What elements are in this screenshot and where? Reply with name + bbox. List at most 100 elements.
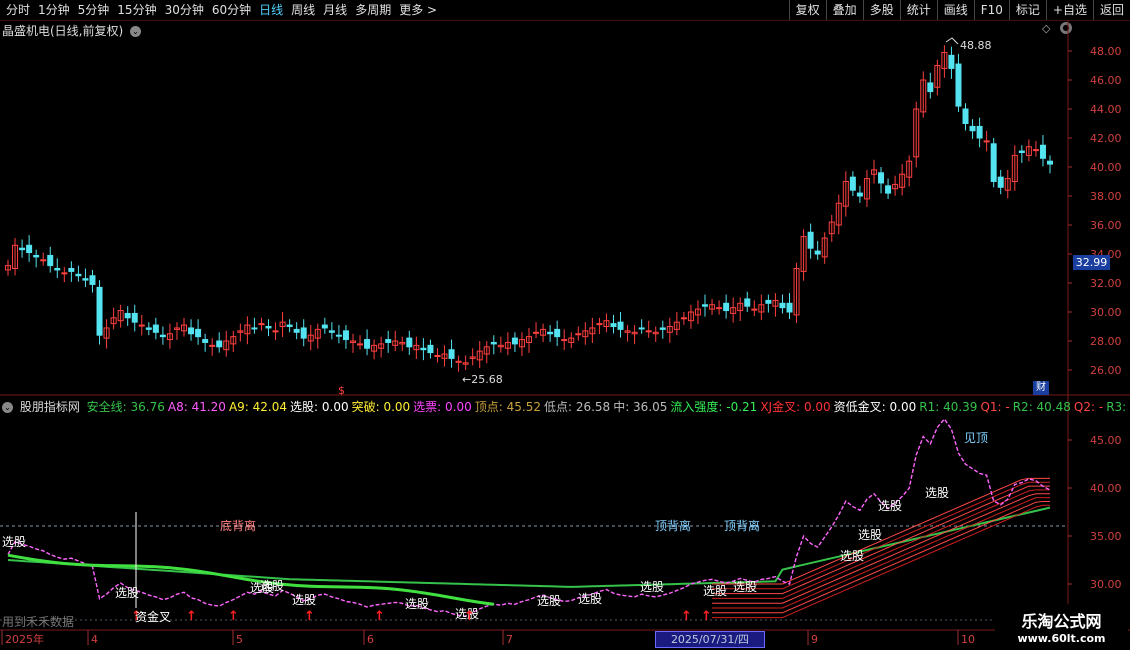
candle-body bbox=[455, 360, 462, 363]
candle-body bbox=[645, 330, 652, 333]
candle-body bbox=[1018, 150, 1025, 154]
annotation-peak: 见顶 bbox=[964, 431, 988, 445]
candle-body bbox=[955, 63, 962, 107]
candle-body bbox=[1032, 149, 1039, 152]
candle-body bbox=[716, 307, 723, 310]
candle-body bbox=[300, 327, 307, 339]
candle-body bbox=[272, 330, 279, 333]
candle-body bbox=[427, 344, 434, 354]
time-label-3: 6 bbox=[367, 633, 374, 646]
candle-body bbox=[814, 250, 821, 255]
candle-body bbox=[878, 172, 885, 184]
candle-body bbox=[610, 323, 617, 328]
indicator-value-0: 安全线: 36.76 bbox=[86, 400, 165, 414]
candle-body bbox=[152, 324, 159, 333]
candle-body bbox=[779, 302, 786, 309]
indicator-value-1: A8: 41.20 bbox=[167, 400, 226, 414]
candle-body bbox=[75, 273, 82, 277]
candle-body bbox=[997, 176, 1004, 188]
candle-body bbox=[131, 312, 138, 323]
candle-body bbox=[209, 344, 216, 347]
indicator-value-6: 顶点: 45.52 bbox=[474, 400, 541, 414]
candle-body bbox=[786, 302, 793, 313]
price-axis-label-5: 38.00 bbox=[1090, 190, 1122, 203]
high-price-label: 48.88 bbox=[960, 39, 992, 52]
candle-body bbox=[26, 244, 33, 254]
candle-body bbox=[807, 231, 814, 249]
candle-body bbox=[124, 312, 131, 319]
time-label-1: 4 bbox=[91, 633, 98, 646]
indicator-name[interactable]: 股朋指标网 bbox=[20, 400, 80, 414]
price-axis-label-10: 28.00 bbox=[1090, 335, 1122, 348]
xuangu-label-13: 选股 bbox=[858, 528, 882, 542]
candle-body bbox=[68, 268, 75, 272]
time-label-4: 7 bbox=[506, 633, 513, 646]
candle-body bbox=[61, 272, 68, 275]
xuangu-label-3: 选股 bbox=[260, 579, 284, 593]
candle-body bbox=[856, 192, 863, 197]
indicator-title-bar: ⌄ 股朋指标网 安全线: 36.76 A8: 41.20 A9: 42.04 选股: … bbox=[2, 398, 1130, 415]
indicator-axis-label-3: 30.00 bbox=[1090, 578, 1122, 591]
indicator-value-13: Q1: - bbox=[980, 400, 1010, 414]
candle-body bbox=[927, 82, 934, 93]
xuangu-label-7: 选股 bbox=[537, 594, 561, 608]
chart-canvas[interactable]: 48.0046.0044.0042.0040.0038.0036.0034.00… bbox=[0, 0, 1130, 650]
candle-body bbox=[596, 323, 603, 326]
indicator-value-8: 中: 36.05 bbox=[613, 400, 668, 414]
annotation-bottom-divergence: 底背离 bbox=[220, 518, 256, 533]
candle-body bbox=[286, 324, 293, 327]
candle-body bbox=[723, 302, 730, 312]
price-axis-label-1: 46.00 bbox=[1090, 74, 1122, 87]
price-axis-label-0: 48.00 bbox=[1090, 45, 1122, 58]
candle-body bbox=[202, 339, 209, 343]
up-arrow-icon: ↑ bbox=[186, 609, 197, 624]
xuangu-label-4: 选股 bbox=[292, 593, 316, 607]
xuangu-label-12: 选股 bbox=[840, 549, 864, 563]
candle-body bbox=[434, 355, 441, 357]
chevron-down-icon[interactable]: ⌄ bbox=[2, 402, 13, 413]
candle-body bbox=[1039, 144, 1046, 159]
indicator-axis-label-0: 45.00 bbox=[1090, 434, 1122, 447]
candle-body bbox=[617, 321, 624, 330]
annotation-top-divergence-2: 顶背离 bbox=[724, 518, 760, 533]
candle-body bbox=[983, 140, 990, 143]
candle-body bbox=[990, 143, 997, 183]
high-marker bbox=[945, 37, 959, 45]
ma-ribbon bbox=[712, 504, 1050, 619]
indicator-value-4: 突破: 0.00 bbox=[351, 400, 411, 414]
indicator-value-15: Q2: - bbox=[1073, 400, 1104, 414]
up-arrow-icon: ↑ bbox=[374, 609, 385, 624]
candle-body bbox=[335, 334, 342, 337]
price-axis-label-2: 44.00 bbox=[1090, 103, 1122, 116]
candle-body bbox=[145, 327, 152, 330]
up-arrow-icon: ↑ bbox=[304, 609, 315, 624]
up-arrow-icon: ↑ bbox=[228, 609, 239, 624]
candle-body bbox=[364, 339, 371, 349]
candle-body bbox=[265, 326, 272, 329]
finance-marker[interactable]: 财 bbox=[1033, 381, 1049, 395]
xuangu-label-11: 选股 bbox=[733, 580, 757, 594]
up-arrow-icon: ↑ bbox=[701, 609, 712, 624]
candle-body bbox=[159, 334, 166, 338]
watermark-url: www.60lt.com bbox=[1017, 632, 1106, 645]
xuangu-label-15: 选股 bbox=[925, 486, 949, 500]
time-label-2: 5 bbox=[236, 633, 243, 646]
candle-body bbox=[554, 328, 561, 338]
indicator-value-2: A9: 42.04 bbox=[228, 400, 288, 414]
candle-body bbox=[969, 125, 976, 132]
candle-body bbox=[765, 299, 772, 304]
xuangu-label-14: 选股 bbox=[878, 499, 902, 513]
indicator-value-9: 流入强度: -0.21 bbox=[670, 400, 758, 414]
candle-body bbox=[511, 337, 518, 345]
xuangu-label-10: 选股 bbox=[703, 584, 727, 598]
candle-body bbox=[533, 331, 540, 334]
candle-body bbox=[357, 343, 364, 346]
candle-body bbox=[448, 349, 455, 359]
up-arrow-icon: ↑ bbox=[681, 609, 692, 624]
candle-body bbox=[96, 286, 103, 336]
candle-body bbox=[188, 327, 195, 335]
xuangu-label-1: 选股 bbox=[115, 586, 139, 600]
dollar-marker: $ bbox=[338, 384, 345, 397]
indicator-value-5: 选票: 0.00 bbox=[413, 400, 472, 414]
xuangu-label-9: 选股 bbox=[640, 580, 664, 594]
